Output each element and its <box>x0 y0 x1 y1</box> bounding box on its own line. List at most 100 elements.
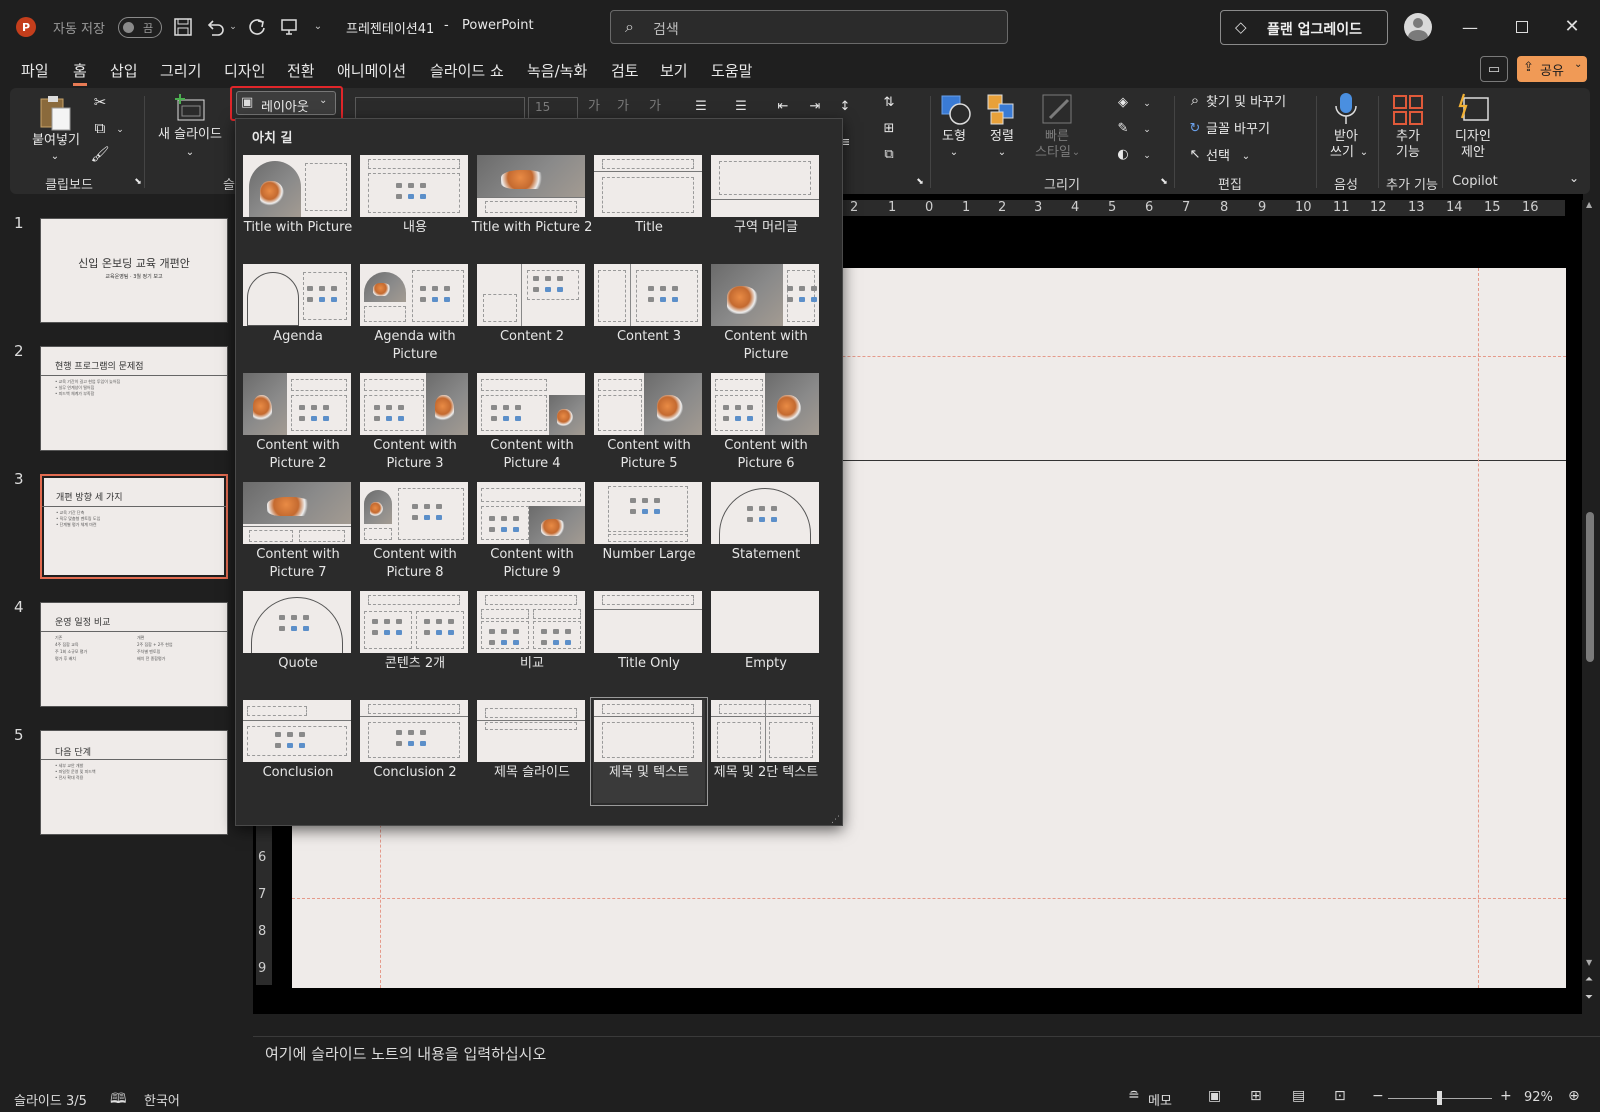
resize-grip-icon[interactable]: ⋰ <box>831 815 840 825</box>
arrange-icon[interactable] <box>985 92 1021 128</box>
shrink-font-icon[interactable]: 가 <box>614 98 632 115</box>
new-slide-button[interactable]: 새 슬라이드 <box>153 126 227 143</box>
layout-option[interactable]: Title with Picture <box>242 155 354 258</box>
layout-option[interactable]: Content with Picture 4 <box>476 373 588 476</box>
layout-option[interactable]: Title with Picture 2 <box>472 155 592 258</box>
shapes-dropdown-icon[interactable]: ⌄ <box>948 144 960 161</box>
shape-effects-dropdown-icon[interactable]: ⌄ <box>1142 148 1152 165</box>
slide-sorter-icon[interactable]: ⊞ <box>1250 1088 1262 1104</box>
fit-to-window-icon[interactable]: ⊕ <box>1568 1088 1580 1104</box>
layout-option[interactable]: 구역 머리글 <box>710 155 822 258</box>
layout-option[interactable]: Content with Picture 3 <box>359 373 471 476</box>
layout-option[interactable]: Content with Picture 5 <box>593 373 705 476</box>
slide-thumbnail-1[interactable]: 신입 온보딩 교육 개편안 교육운영팀 · 3월 정기 보고 <box>40 218 228 323</box>
autosave-toggle[interactable]: 끔 <box>118 17 162 38</box>
layout-option[interactable]: Content with Picture 6 <box>710 373 822 476</box>
tab-transitions[interactable]: 전환 <box>287 60 315 81</box>
slideshow-start-icon[interactable] <box>278 16 300 38</box>
grow-font-icon[interactable]: 가 <box>585 98 603 115</box>
new-slide-dropdown-icon[interactable]: ⌄ <box>184 144 196 161</box>
designer-button[interactable]: 제안 <box>1446 144 1500 161</box>
close-icon[interactable]: ✕ <box>1558 13 1586 39</box>
font-size-box[interactable]: 15 <box>528 97 578 119</box>
accessibility-icon[interactable]: 🕮 <box>110 1088 127 1112</box>
notes-pane[interactable]: 여기에 슬라이드 노트의 내용을 입력하십시오 <box>253 1036 1600 1086</box>
layout-option[interactable]: Number Large <box>593 482 705 585</box>
zoom-level[interactable]: 92% <box>1524 1090 1553 1105</box>
shape-fill-dropdown-icon[interactable]: ⌄ <box>1142 96 1152 113</box>
reading-view-icon[interactable]: ▤ <box>1292 1088 1305 1104</box>
layout-option[interactable]: Content with Picture <box>710 264 822 367</box>
ribbon-collapse-icon[interactable]: ⌄ <box>1566 170 1582 187</box>
arrange-button[interactable]: 정렬 <box>982 128 1022 145</box>
tab-draw[interactable]: 그리기 <box>160 60 201 81</box>
slide-thumbnail-3[interactable]: 개편 방향 세 가지 • 교육 기간 단축 • 직무 맞춤형 멘토링 도입 • … <box>40 474 228 579</box>
notes-toggle-icon[interactable]: ≘ <box>1128 1088 1140 1104</box>
scroll-up-icon[interactable]: ▲ <box>1586 200 1592 209</box>
save-icon[interactable] <box>172 16 194 38</box>
layout-option[interactable]: Conclusion <box>242 700 354 803</box>
layout-option[interactable]: Content 2 <box>476 264 588 367</box>
quick-styles-dropdown-icon[interactable]: ⌄ <box>1070 144 1082 161</box>
replace-font-button[interactable]: 글꼴 바꾸기 <box>1206 121 1296 138</box>
designer-icon[interactable] <box>1456 92 1490 126</box>
slide-thumbnail-2[interactable]: 현행 프로그램의 문제점 • 교육 기간이 길고 현업 투입이 늦어짐 • 실무… <box>40 346 228 451</box>
layout-option[interactable]: Title Only <box>593 591 705 694</box>
layout-option[interactable]: Empty <box>710 591 822 694</box>
tab-view[interactable]: 보기 <box>660 60 688 81</box>
tab-home[interactable]: 홈 <box>73 60 87 86</box>
numbering-icon[interactable]: ☰ <box>732 98 750 115</box>
shape-fill-icon[interactable]: ◈ <box>1114 94 1132 111</box>
redo-icon[interactable] <box>246 16 268 38</box>
tab-record[interactable]: 녹음/녹화 <box>527 60 587 81</box>
layout-option[interactable]: Agenda <box>242 264 354 367</box>
layout-option[interactable]: 비교 <box>476 591 588 694</box>
quick-styles-icon[interactable] <box>1040 92 1076 128</box>
copy-dropdown-icon[interactable]: ⌄ <box>114 122 126 139</box>
layout-option[interactable]: Quote <box>242 591 354 694</box>
search-box[interactable]: ⌕ 검색 <box>610 10 1008 44</box>
layout-option[interactable]: Title <box>593 155 705 258</box>
slideshow-view-icon[interactable]: ⊡ <box>1334 1088 1346 1104</box>
next-slide-icon[interactable]: ⏷ <box>1585 992 1593 1003</box>
line-spacing-icon[interactable]: ↕ <box>836 98 854 115</box>
tab-insert[interactable]: 삽입 <box>110 60 138 81</box>
layout-option[interactable]: Agenda with Picture <box>359 264 471 367</box>
smartart-icon[interactable]: ⧉ <box>880 146 898 163</box>
tab-slideshow[interactable]: 슬라이드 쇼 <box>430 60 504 81</box>
draw-launcher-icon[interactable]: ⬊ <box>1158 174 1170 191</box>
user-avatar-icon[interactable] <box>1404 13 1432 41</box>
addins-button[interactable]: 기능 <box>1388 144 1428 161</box>
layout-option[interactable]: 콘텐츠 2개 <box>359 591 471 694</box>
zoom-out-icon[interactable]: − <box>1372 1088 1384 1104</box>
paragraph-launcher-icon[interactable]: ⬊ <box>914 174 926 191</box>
text-direction-icon[interactable]: ⇅ <box>880 94 898 111</box>
layout-option[interactable]: Statement <box>710 482 822 585</box>
paste-dropdown-icon[interactable]: ⌄ <box>48 148 62 165</box>
tab-review[interactable]: 검토 <box>611 60 639 81</box>
shape-outline-dropdown-icon[interactable]: ⌄ <box>1142 122 1152 139</box>
undo-dropdown-icon[interactable]: ⌄ <box>228 20 238 34</box>
dictate-button[interactable]: 쓰기 <box>1322 144 1362 161</box>
layout-option[interactable]: 제목 및 2단 텍스트 <box>710 700 822 803</box>
language-indicator[interactable]: 한국어 <box>144 1090 180 1109</box>
notes-toggle[interactable]: 메모 <box>1148 1090 1172 1109</box>
normal-view-icon[interactable]: ▣ <box>1208 1088 1221 1104</box>
align-text-icon[interactable]: ⊞ <box>880 120 898 137</box>
vertical-scrollbar[interactable]: ▲ ▼ ⏶ ⏷ <box>1582 200 1600 1020</box>
layout-option[interactable]: Content with Picture 8 <box>359 482 471 585</box>
layout-option[interactable]: Content with Picture 2 <box>242 373 354 476</box>
paste-button[interactable]: 붙여넣기 <box>28 132 84 149</box>
microphone-icon[interactable] <box>1334 92 1358 126</box>
shapes-button[interactable]: 도형 <box>934 128 974 145</box>
select-dropdown-icon[interactable]: ⌄ <box>1240 148 1252 165</box>
maximize-icon[interactable] <box>1508 14 1536 40</box>
layout-option[interactable]: Content with Picture 7 <box>242 482 354 585</box>
dictate-dropdown-icon[interactable]: ⌄ <box>1358 144 1370 161</box>
slide-thumbnail-5[interactable]: 다음 단계 • 세부 교안 개발 • 파일럿 운영 및 피드백 • 전사 확대 … <box>40 730 228 835</box>
tab-help[interactable]: 도움말 <box>711 60 752 81</box>
layout-option[interactable]: 제목 및 텍스트 <box>590 697 708 806</box>
scrollbar-thumb[interactable] <box>1586 512 1594 662</box>
layout-option[interactable]: Content 3 <box>593 264 705 367</box>
shapes-icon[interactable] <box>938 92 974 128</box>
